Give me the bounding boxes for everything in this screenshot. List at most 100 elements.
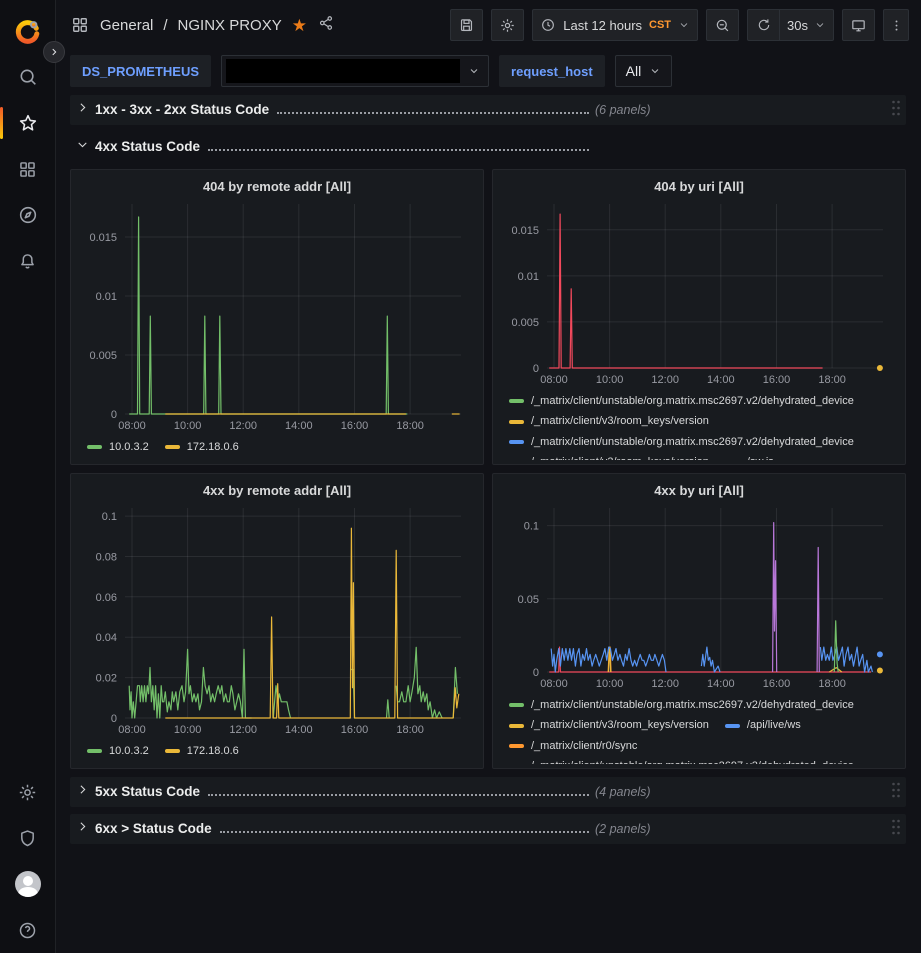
row-5xx[interactable]: 5xx Status Code (4 panels)	[70, 777, 906, 807]
timeseries-chart[interactable]: 00.0050.010.01508:0010:0012:0014:0016:00…	[79, 196, 475, 434]
legend-label: 172.18.0.6	[187, 744, 239, 759]
panel-count: (6 panels)	[595, 103, 651, 117]
legend-label: /_matrix/client/v3/room_keys/version	[531, 414, 709, 429]
row-4xx[interactable]: 4xx Status Code	[70, 132, 906, 162]
legend-label: /_matrix/client/unstable/org.matrix.msc2…	[531, 698, 854, 713]
panel-title[interactable]: 404 by uri [All]	[501, 174, 897, 196]
sidebar-item-explore[interactable]	[0, 192, 56, 238]
svg-text:08:00: 08:00	[540, 678, 568, 690]
legend-label: 172.18.0.6	[187, 440, 239, 455]
dotted-leader	[208, 794, 589, 796]
sidebar	[0, 0, 56, 953]
legend-item[interactable]: 10.0.3.2	[87, 744, 149, 759]
svg-text:0.04: 0.04	[96, 632, 117, 644]
legend-item[interactable]: /_matrix/client/unstable/org.matrix.msc2…	[509, 435, 854, 450]
svg-text:12:00: 12:00	[651, 678, 679, 690]
chart-svg: 00.0050.010.01508:0010:0012:0014:0016:00…	[79, 196, 475, 434]
row-title: 1xx - 3xx - 2xx Status Code	[95, 102, 269, 117]
chevron-down-icon	[649, 65, 661, 77]
user-avatar	[15, 871, 41, 897]
panel-count: (2 panels)	[595, 822, 651, 836]
panel-title[interactable]: 4xx by uri [All]	[501, 478, 897, 500]
breadcrumb-section[interactable]: General	[100, 17, 153, 34]
dashboard-header: General / NGINX PROXY ★	[56, 0, 921, 50]
row-6xx[interactable]: 6xx > Status Code (2 panels)	[70, 814, 906, 844]
zoom-out-button[interactable]	[706, 9, 739, 41]
drag-handle-icon[interactable]	[890, 818, 902, 841]
tv-mode-button[interactable]	[842, 9, 875, 41]
variable-request-host-dropdown[interactable]: All	[615, 55, 673, 87]
legend-label: /sw.js	[747, 455, 774, 460]
svg-text:0.02: 0.02	[96, 673, 117, 685]
legend-item[interactable]: /_matrix/client/v3/room_keys/version	[509, 718, 709, 733]
monitor-icon	[850, 17, 867, 34]
row-1xx-3xx-2xx[interactable]: 1xx - 3xx - 2xx Status Code (6 panels)	[70, 95, 906, 125]
sidebar-item-starred[interactable]	[0, 100, 56, 146]
variable-datasource-dropdown[interactable]	[221, 55, 489, 87]
legend-swatch	[165, 445, 180, 449]
panel-legend: /_matrix/client/unstable/org.matrix.msc2…	[501, 692, 897, 764]
dashboard-settings-button[interactable]	[491, 9, 524, 41]
svg-text:18:00: 18:00	[396, 420, 424, 432]
chevron-down-icon	[814, 19, 826, 31]
svg-text:14:00: 14:00	[285, 724, 313, 736]
drag-handle-icon[interactable]	[890, 99, 902, 122]
panel-title[interactable]: 4xx by remote addr [All]	[79, 478, 475, 500]
drag-handle-icon[interactable]	[890, 781, 902, 804]
legend-swatch	[509, 703, 524, 707]
sidebar-item-help[interactable]	[0, 907, 56, 953]
sidebar-item-alerting[interactable]	[0, 238, 56, 284]
legend-item[interactable]: /_matrix/client/r0/sync	[509, 739, 637, 754]
time-range-picker[interactable]: Last 12 hours CST	[532, 9, 698, 41]
legend-item[interactable]: /_matrix/client/unstable/org.matrix.msc2…	[509, 759, 854, 764]
save-button[interactable]	[450, 9, 483, 41]
kebab-icon	[889, 18, 904, 33]
panel-menu-button[interactable]	[883, 9, 909, 41]
sidebar-item-configuration[interactable]	[0, 769, 56, 815]
dashboard-title[interactable]: NGINX PROXY	[178, 17, 282, 34]
sidebar-item-server-admin[interactable]	[0, 815, 56, 861]
legend-item[interactable]: /_matrix/client/v3/room_keys/version	[509, 455, 709, 460]
svg-text:10:00: 10:00	[174, 420, 202, 432]
svg-text:0.01: 0.01	[518, 271, 539, 283]
svg-text:0: 0	[111, 409, 117, 421]
legend-swatch	[509, 440, 524, 444]
sidebar-item-profile[interactable]	[0, 861, 56, 907]
timeseries-chart[interactable]: 00.050.108:0010:0012:0014:0016:0018:00	[501, 500, 897, 692]
dashboards-grid-icon	[17, 159, 38, 180]
legend-swatch	[509, 724, 524, 728]
gear-icon	[17, 782, 38, 803]
chevron-down-icon	[678, 19, 690, 31]
bell-icon	[17, 251, 38, 272]
favorite-star-icon[interactable]: ★	[292, 17, 307, 34]
timeseries-chart[interactable]: 00.0050.010.01508:0010:0012:0014:0016:00…	[501, 196, 897, 388]
legend-item[interactable]: /_matrix/client/unstable/org.matrix.msc2…	[509, 698, 854, 713]
sidebar-expand-button[interactable]	[43, 41, 65, 63]
sidebar-item-dashboards[interactable]	[0, 146, 56, 192]
timeseries-chart[interactable]: 00.020.040.060.080.108:0010:0012:0014:00…	[79, 500, 475, 738]
share-icon[interactable]	[317, 14, 335, 36]
svg-text:16:00: 16:00	[341, 420, 369, 432]
legend-label: /api/live/ws	[747, 718, 801, 733]
apps-icon	[70, 15, 90, 35]
legend-item[interactable]: 172.18.0.6	[165, 440, 239, 455]
svg-text:16:00: 16:00	[763, 374, 791, 386]
legend-item[interactable]: /sw.js	[725, 455, 774, 460]
legend-label: /_matrix/client/unstable/org.matrix.msc2…	[531, 759, 854, 764]
svg-text:0.005: 0.005	[511, 317, 539, 329]
chart-svg: 00.050.108:0010:0012:0014:0016:0018:00	[501, 500, 897, 692]
legend-item[interactable]: /_matrix/client/v3/room_keys/version	[509, 414, 709, 429]
legend-item[interactable]: 10.0.3.2	[87, 440, 149, 455]
chevron-down-icon	[468, 65, 480, 77]
refresh-interval-dropdown[interactable]: 30s	[779, 9, 834, 41]
svg-text:12:00: 12:00	[229, 420, 257, 432]
legend-label: /_matrix/client/r0/sync	[531, 739, 637, 754]
panel-4xx-by-uri: 4xx by uri [All] 00.050.108:0010:0012:00…	[492, 473, 906, 769]
chevron-right-icon	[70, 101, 95, 119]
panel-title[interactable]: 404 by remote addr [All]	[79, 174, 475, 196]
refresh-button[interactable]	[747, 9, 779, 41]
legend-item[interactable]: /_matrix/client/unstable/org.matrix.msc2…	[509, 394, 854, 409]
svg-text:16:00: 16:00	[341, 724, 369, 736]
legend-item[interactable]: /api/live/ws	[725, 718, 801, 733]
legend-item[interactable]: 172.18.0.6	[165, 744, 239, 759]
